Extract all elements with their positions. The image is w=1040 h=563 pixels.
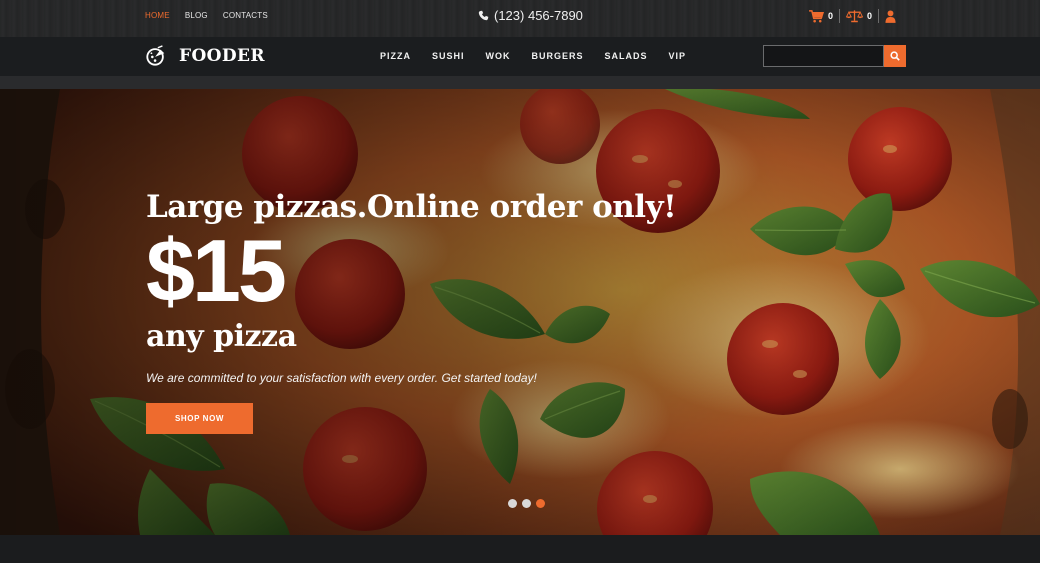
pizza-logo-icon [146, 45, 165, 66]
top-nav-blog[interactable]: BLOG [185, 11, 208, 20]
top-actions: 0 0 [809, 9, 896, 23]
hero-slider: Large pizzas.Online order only! $15 any … [0, 89, 1040, 535]
cart-count: 0 [828, 11, 834, 21]
search-input[interactable] [763, 45, 884, 67]
divider [878, 9, 880, 23]
divider [839, 9, 841, 23]
search-form [763, 45, 906, 67]
search-icon [890, 51, 900, 61]
top-nav: HOME BLOG CONTACTS [145, 11, 268, 20]
hero-headline: Large pizzas.Online order only! [146, 189, 677, 225]
hero-price: $15 [146, 221, 287, 320]
nav-vip[interactable]: VIP [669, 51, 687, 61]
hero-content: Large pizzas.Online order only! $15 any … [146, 189, 677, 385]
phone-icon [478, 10, 489, 21]
brand-name: FOODER [179, 46, 265, 66]
compare-button[interactable]: 0 [846, 9, 872, 23]
top-nav-home[interactable]: HOME [145, 11, 170, 20]
slider-pagination [508, 499, 545, 508]
shop-now-button[interactable]: SHOP NOW [146, 403, 253, 434]
logo[interactable]: FOODER [145, 45, 265, 67]
nav-burgers[interactable]: BURGERS [532, 51, 584, 61]
slider-dot-1[interactable] [508, 499, 517, 508]
slider-dot-2[interactable] [522, 499, 531, 508]
slider-dot-3[interactable] [536, 499, 545, 508]
cart-icon [809, 9, 824, 22]
top-nav-contacts[interactable]: CONTACTS [223, 11, 268, 20]
nav-pizza[interactable]: PIZZA [380, 51, 411, 61]
nav-wok[interactable]: WOK [486, 51, 511, 61]
main-header: FOODER PIZZA SUSHI WOK BURGERS SALADS VI… [0, 37, 1040, 76]
nav-salads[interactable]: SALADS [605, 51, 648, 61]
search-button[interactable] [884, 45, 906, 67]
hero-subheadline: any pizza [146, 319, 297, 354]
hero-tagline: We are committed to your satisfaction wi… [146, 371, 537, 385]
main-nav: PIZZA SUSHI WOK BURGERS SALADS VIP [380, 51, 686, 61]
nav-sushi[interactable]: SUSHI [432, 51, 465, 61]
scales-icon [846, 10, 864, 23]
content-section-start [0, 535, 1040, 563]
header-divider [0, 76, 1040, 89]
top-bar: HOME BLOG CONTACTS (123) 456-7890 0 0 [0, 0, 1040, 37]
phone-text: (123) 456-7890 [494, 8, 583, 23]
cart-button[interactable]: 0 [809, 9, 834, 23]
phone-number: (123) 456-7890 [478, 8, 583, 23]
compare-count: 0 [867, 11, 873, 21]
user-icon [885, 9, 896, 23]
account-button[interactable] [885, 9, 896, 23]
